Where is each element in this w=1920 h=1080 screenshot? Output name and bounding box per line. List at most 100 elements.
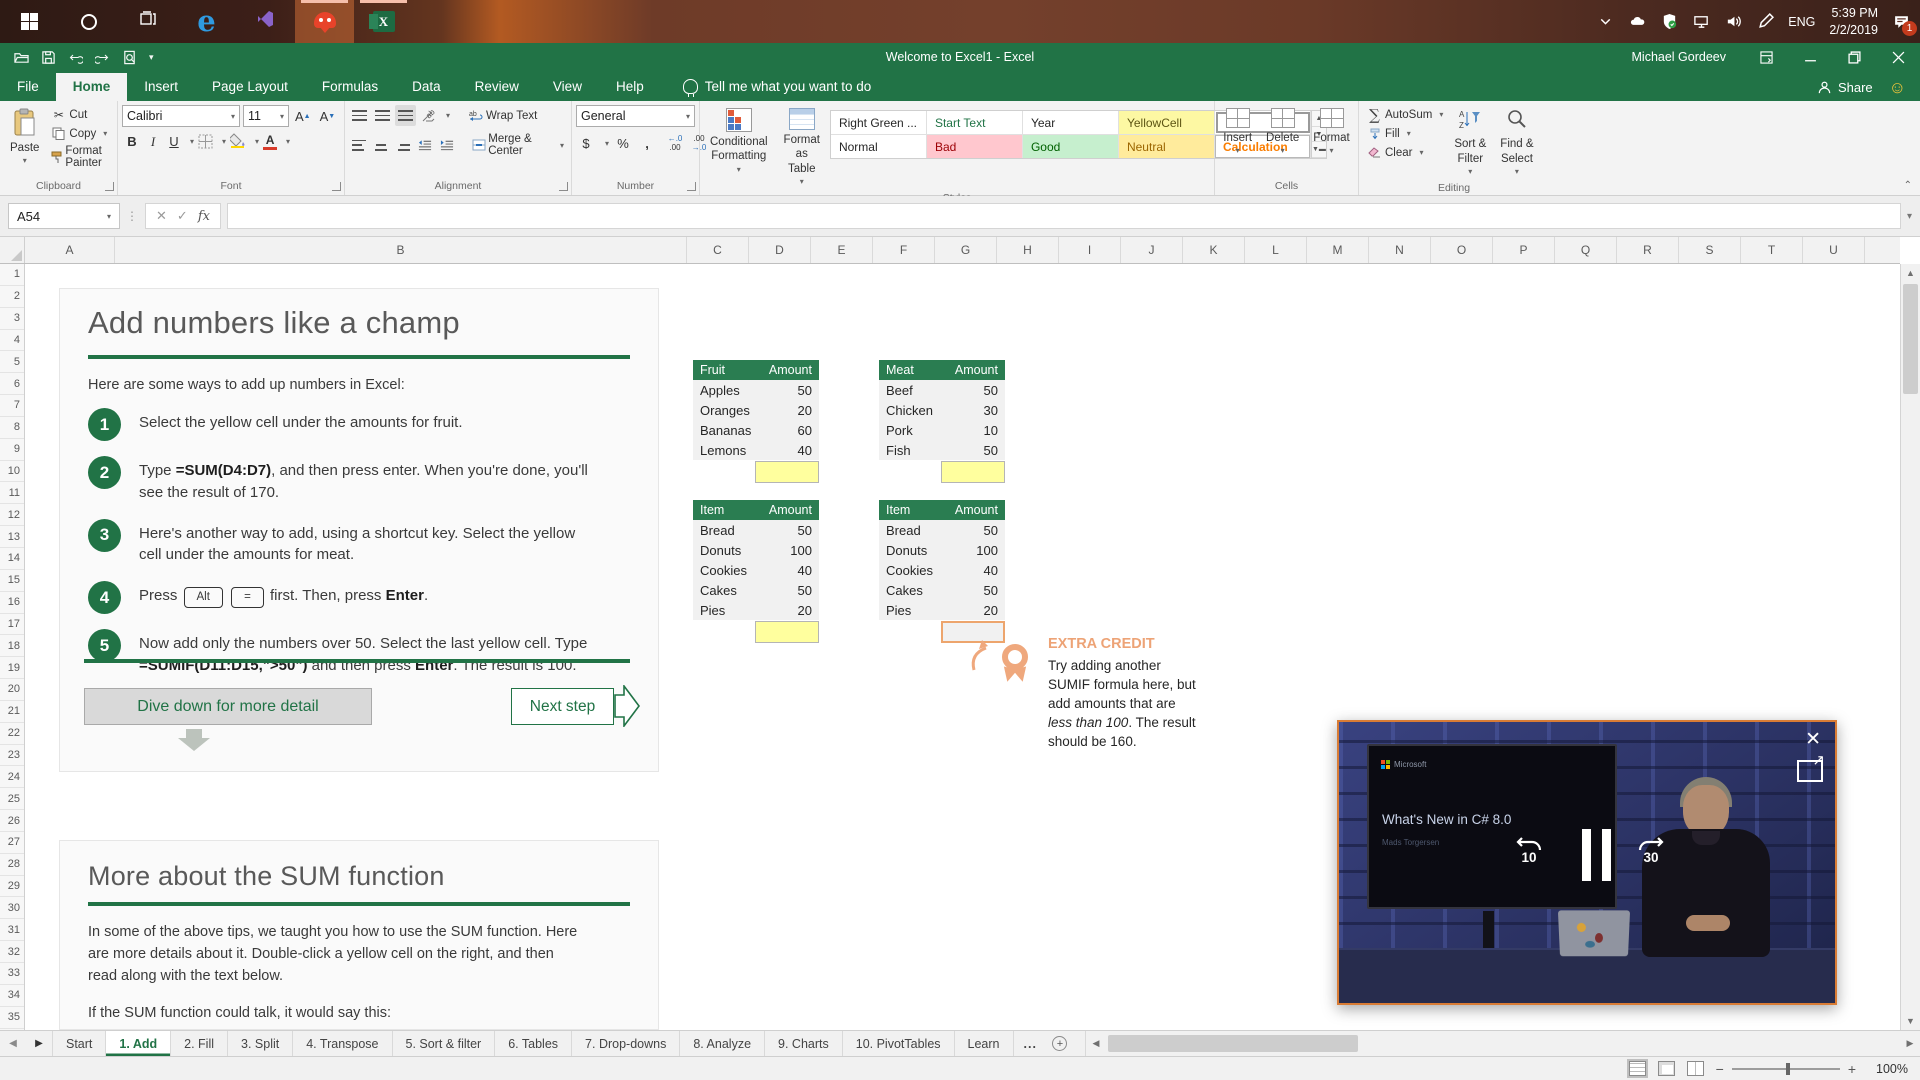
column-header-N[interactable]: N (1369, 237, 1431, 263)
paste-button[interactable]: Paste▾ (4, 105, 45, 169)
fill-button[interactable]: Fill▾ (1363, 124, 1446, 143)
column-header-R[interactable]: R (1617, 237, 1679, 263)
sheet-tab-1-add[interactable]: 1. Add (106, 1031, 171, 1056)
defender-shield-icon[interactable] (1660, 13, 1678, 31)
sort-filter-button[interactable]: AZ Sort & Filter▾ (1448, 105, 1492, 180)
style-chip-Normal[interactable]: Normal (831, 135, 927, 158)
horizontal-scroll-thumb[interactable] (1108, 1035, 1358, 1052)
comma-style-button[interactable]: , (637, 133, 657, 154)
cortana-button[interactable] (59, 0, 118, 43)
sheet-nav-right-icon[interactable]: ▶ (26, 1031, 52, 1056)
tray-chevron-icon[interactable] (1596, 13, 1614, 31)
scroll-left-icon[interactable]: ◀ (1086, 1038, 1106, 1049)
column-header-O[interactable]: O (1431, 237, 1493, 263)
yellow-answer-cell[interactable] (755, 621, 819, 643)
column-header-M[interactable]: M (1307, 237, 1369, 263)
row-header-16[interactable]: 16 (0, 592, 24, 614)
vertical-scroll-thumb[interactable] (1903, 284, 1918, 394)
zoom-slider[interactable] (1732, 1068, 1840, 1070)
sheet-tab-learn[interactable]: Learn (955, 1031, 1014, 1056)
column-header-U[interactable]: U (1803, 237, 1865, 263)
dive-down-button[interactable]: Dive down for more detail (84, 688, 372, 725)
row-header-17[interactable]: 17 (0, 614, 24, 636)
style-chip-Neutral[interactable]: Neutral (1119, 135, 1215, 158)
column-header-A[interactable]: A (25, 237, 115, 263)
formula-bar-expand-icon[interactable]: ▾ (1907, 211, 1912, 222)
sheet-tab-7-drop-downs[interactable]: 7. Drop-downs (572, 1031, 680, 1056)
column-header-C[interactable]: C (687, 237, 749, 263)
find-select-button[interactable]: Find & Select▾ (1494, 105, 1539, 180)
style-chip-Start Text[interactable]: Start Text (927, 111, 1023, 134)
decrease-font-icon[interactable]: A▼ (317, 106, 339, 127)
align-center-icon[interactable] (371, 135, 391, 156)
clock[interactable]: 5:39 PM 2/2/2019 (1829, 5, 1878, 38)
rewind-10-button[interactable]: 10 (1514, 834, 1544, 865)
font-color-button[interactable]: A (260, 131, 280, 152)
conditional-formatting-button[interactable]: Conditional Formatting▾ (704, 105, 774, 178)
column-header-B[interactable]: B (115, 237, 687, 263)
sheet-tab-10-pivottables[interactable]: 10. PivotTables (843, 1031, 955, 1056)
format-cells-button[interactable]: Format▾ (1307, 105, 1355, 159)
next-step-button[interactable]: Next step (511, 688, 614, 725)
row-header-19[interactable]: 19 (0, 657, 24, 679)
tell-me-box[interactable]: Tell me what you want to do (683, 79, 872, 101)
autosum-button[interactable]: ∑AutoSum▾ (1363, 105, 1446, 124)
scroll-up-icon[interactable]: ▲ (1901, 264, 1920, 282)
font-dialog-launcher[interactable] (332, 182, 341, 191)
customize-qat-icon[interactable]: ▾ (149, 52, 154, 63)
sheet-tab-4-transpose[interactable]: 4. Transpose (293, 1031, 392, 1056)
formula-input[interactable] (227, 203, 1901, 229)
column-header-H[interactable]: H (997, 237, 1059, 263)
column-header-F[interactable]: F (873, 237, 935, 263)
open-icon[interactable] (14, 50, 29, 65)
ribbon-tab-file[interactable]: File (0, 73, 56, 101)
row-header-24[interactable]: 24 (0, 766, 24, 788)
row-header-6[interactable]: 6 (0, 373, 24, 395)
align-right-icon[interactable] (393, 135, 413, 156)
borders-button[interactable] (195, 131, 216, 152)
increase-decimal-button[interactable]: ←.0.00 (665, 133, 685, 154)
close-button[interactable] (1876, 43, 1920, 71)
row-header-32[interactable]: 32 (0, 941, 24, 963)
insert-function-icon[interactable]: fx (198, 209, 210, 224)
row-header-25[interactable]: 25 (0, 788, 24, 810)
underline-button[interactable]: U (164, 131, 184, 152)
row-header-27[interactable]: 27 (0, 832, 24, 854)
pause-button[interactable] (1582, 829, 1611, 881)
ribbon-tab-home[interactable]: Home (56, 73, 128, 101)
row-header-15[interactable]: 15 (0, 570, 24, 592)
column-header-G[interactable]: G (935, 237, 997, 263)
action-center-button[interactable]: 1 (1892, 13, 1910, 31)
page-layout-view-button[interactable] (1658, 1061, 1675, 1076)
percent-style-button[interactable]: % (613, 133, 633, 154)
row-header-31[interactable]: 31 (0, 919, 24, 941)
onedrive-icon[interactable] (1628, 13, 1646, 31)
ribbon-tab-data[interactable]: Data (395, 73, 458, 101)
edge-taskbar-button[interactable]: e (177, 0, 236, 43)
clipboard-dialog-launcher[interactable] (105, 182, 114, 191)
sheet-nav-left-icon[interactable]: ◀ (0, 1031, 26, 1056)
sheet-tab-2-fill[interactable]: 2. Fill (171, 1031, 228, 1056)
style-chip-Bad[interactable]: Bad (927, 135, 1023, 158)
start-button[interactable] (0, 0, 59, 43)
format-as-table-button[interactable]: Format as Table▾ (778, 105, 826, 190)
row-header-11[interactable]: 11 (0, 482, 24, 504)
row-header-3[interactable]: 3 (0, 308, 24, 330)
undo-icon[interactable] (68, 50, 83, 65)
zoom-out-icon[interactable]: − (1716, 1061, 1724, 1077)
account-user-name[interactable]: Michael Gordeev (1632, 50, 1727, 64)
video-overlay[interactable]: ✕ Microsoft What's New in C# 8.0 Mads To… (1337, 720, 1837, 1005)
row-header-28[interactable]: 28 (0, 854, 24, 876)
clear-button[interactable]: Clear▾ (1363, 143, 1446, 162)
row-header-10[interactable]: 10 (0, 461, 24, 483)
row-header-22[interactable]: 22 (0, 723, 24, 745)
merge-center-button[interactable]: Merge & Center▾ (469, 131, 567, 159)
column-header-J[interactable]: J (1121, 237, 1183, 263)
row-header-18[interactable]: 18 (0, 635, 24, 657)
row-header-12[interactable]: 12 (0, 504, 24, 526)
save-icon[interactable] (41, 50, 56, 65)
column-header-E[interactable]: E (811, 237, 873, 263)
ribbon-tab-formulas[interactable]: Formulas (305, 73, 395, 101)
increase-indent-icon[interactable] (437, 135, 457, 156)
row-header-23[interactable]: 23 (0, 745, 24, 767)
